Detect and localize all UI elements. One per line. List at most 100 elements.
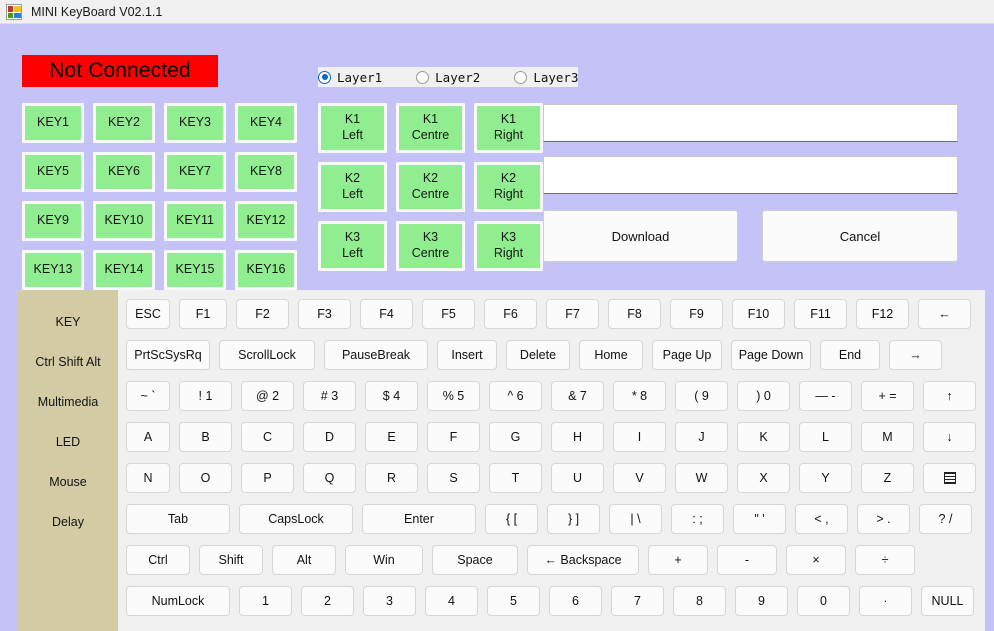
keyboard-key[interactable]: O	[179, 463, 232, 493]
keyboard-key[interactable]: I	[613, 422, 666, 452]
macro-key-button[interactable]: KEY7	[164, 152, 226, 192]
macro-key-button[interactable]: KEY15	[164, 250, 226, 290]
keyboard-key[interactable]: ? /	[919, 504, 972, 534]
keyboard-key[interactable]: 7	[611, 586, 664, 616]
keyboard-key[interactable]: Alt	[272, 545, 336, 575]
keyboard-key[interactable]: R	[365, 463, 418, 493]
category-item-key[interactable]: KEY	[18, 302, 118, 342]
keyboard-key[interactable]: N	[126, 463, 170, 493]
keyboard-key[interactable]: H	[551, 422, 604, 452]
keyboard-key[interactable]: | \	[609, 504, 662, 534]
keyboard-key[interactable]: F3	[298, 299, 351, 329]
keyboard-key[interactable]: ←	[918, 299, 971, 329]
keyboard-key[interactable]: Enter	[362, 504, 476, 534]
keyboard-key[interactable]: ×	[786, 545, 846, 575]
layer-radio-3[interactable]: Layer3	[514, 70, 578, 85]
keyboard-key[interactable]: E	[365, 422, 418, 452]
keyboard-key[interactable]: V	[613, 463, 666, 493]
keyboard-key[interactable]: ↑	[923, 381, 976, 411]
keyboard-key[interactable]: PauseBreak	[324, 340, 428, 370]
keyboard-key[interactable]: 5	[487, 586, 540, 616]
knob-action-button[interactable]: K2 Centre	[396, 162, 465, 212]
knob-action-button[interactable]: K1 Left	[318, 103, 387, 153]
keyboard-key[interactable]: @ 2	[241, 381, 294, 411]
keyboard-key[interactable]: M	[861, 422, 914, 452]
keyboard-key[interactable]: +	[648, 545, 708, 575]
keyboard-key[interactable]: Ctrl	[126, 545, 190, 575]
keyboard-key[interactable]: F10	[732, 299, 785, 329]
keyboard-key[interactable]: End	[820, 340, 880, 370]
keyboard-key[interactable]: F9	[670, 299, 723, 329]
category-item-ctrl-shift-alt[interactable]: Ctrl Shift Alt	[18, 342, 118, 382]
keyboard-key[interactable]: Home	[579, 340, 643, 370]
layer-radio-1[interactable]: Layer1	[318, 70, 382, 85]
keyboard-key[interactable]: Page Down	[731, 340, 811, 370]
keyboard-key[interactable]: $ 4	[365, 381, 418, 411]
keyboard-key[interactable]: ( 9	[675, 381, 728, 411]
keyboard-key[interactable]: Insert	[437, 340, 497, 370]
keyboard-key[interactable]: G	[489, 422, 542, 452]
macro-key-button[interactable]: KEY6	[93, 152, 155, 192]
keyboard-key[interactable]: F12	[856, 299, 909, 329]
keyboard-key[interactable]: Space	[432, 545, 518, 575]
macro-value-input-2[interactable]	[543, 156, 958, 194]
keyboard-key[interactable]: CapsLock	[239, 504, 353, 534]
keyboard-key[interactable]: ^ 6	[489, 381, 542, 411]
keyboard-key[interactable]: NULL	[921, 586, 974, 616]
category-item-led[interactable]: LED	[18, 422, 118, 462]
category-item-multimedia[interactable]: Multimedia	[18, 382, 118, 422]
keyboard-key[interactable]: Z	[861, 463, 914, 493]
keyboard-key[interactable]: F	[427, 422, 480, 452]
keyboard-key[interactable]: " '	[733, 504, 786, 534]
keyboard-key[interactable]: PrtScSysRq	[126, 340, 210, 370]
keyboard-key[interactable]: 4	[425, 586, 478, 616]
knob-action-button[interactable]: K1 Right	[474, 103, 543, 153]
keyboard-key[interactable]: ↓	[923, 422, 976, 452]
keyboard-key-menu[interactable]	[923, 463, 976, 493]
keyboard-key[interactable]: ← Backspace	[527, 545, 639, 575]
keyboard-key[interactable]: ! 1	[179, 381, 232, 411]
keyboard-key[interactable]: 0	[797, 586, 850, 616]
keyboard-key[interactable]: F5	[422, 299, 475, 329]
macro-key-button[interactable]: KEY3	[164, 103, 226, 143]
knob-action-button[interactable]: K3 Centre	[396, 221, 465, 271]
keyboard-key[interactable]: } ]	[547, 504, 600, 534]
keyboard-key[interactable]: W	[675, 463, 728, 493]
keyboard-key[interactable]: Tab	[126, 504, 230, 534]
macro-key-button[interactable]: KEY16	[235, 250, 297, 290]
keyboard-key[interactable]: P	[241, 463, 294, 493]
keyboard-key[interactable]: F4	[360, 299, 413, 329]
keyboard-key[interactable]: + =	[861, 381, 914, 411]
macro-key-button[interactable]: KEY14	[93, 250, 155, 290]
keyboard-key[interactable]: F8	[608, 299, 661, 329]
keyboard-key[interactable]: Y	[799, 463, 852, 493]
keyboard-key[interactable]: — -	[799, 381, 852, 411]
keyboard-key[interactable]: -	[717, 545, 777, 575]
keyboard-key[interactable]: : ;	[671, 504, 724, 534]
keyboard-key[interactable]: 6	[549, 586, 602, 616]
keyboard-key[interactable]: C	[241, 422, 294, 452]
knob-action-button[interactable]: K1 Centre	[396, 103, 465, 153]
keyboard-key[interactable]: ~ `	[126, 381, 170, 411]
keyboard-key[interactable]: F7	[546, 299, 599, 329]
keyboard-key[interactable]: T	[489, 463, 542, 493]
keyboard-key[interactable]: < ,	[795, 504, 848, 534]
keyboard-key[interactable]: L	[799, 422, 852, 452]
keyboard-key[interactable]: ScrollLock	[219, 340, 315, 370]
macro-key-button[interactable]: KEY13	[22, 250, 84, 290]
keyboard-key[interactable]: F11	[794, 299, 847, 329]
macro-key-button[interactable]: KEY2	[93, 103, 155, 143]
keyboard-key[interactable]: 2	[301, 586, 354, 616]
keyboard-key[interactable]: Win	[345, 545, 423, 575]
keyboard-key[interactable]: F6	[484, 299, 537, 329]
keyboard-key[interactable]: % 5	[427, 381, 480, 411]
macro-key-button[interactable]: KEY12	[235, 201, 297, 241]
macro-key-button[interactable]: KEY10	[93, 201, 155, 241]
keyboard-key[interactable]: X	[737, 463, 790, 493]
keyboard-key[interactable]: J	[675, 422, 728, 452]
keyboard-key[interactable]: & 7	[551, 381, 604, 411]
layer-radio-2[interactable]: Layer2	[416, 70, 480, 85]
keyboard-key[interactable]: K	[737, 422, 790, 452]
keyboard-key[interactable]: NumLock	[126, 586, 230, 616]
keyboard-key[interactable]: 3	[363, 586, 416, 616]
